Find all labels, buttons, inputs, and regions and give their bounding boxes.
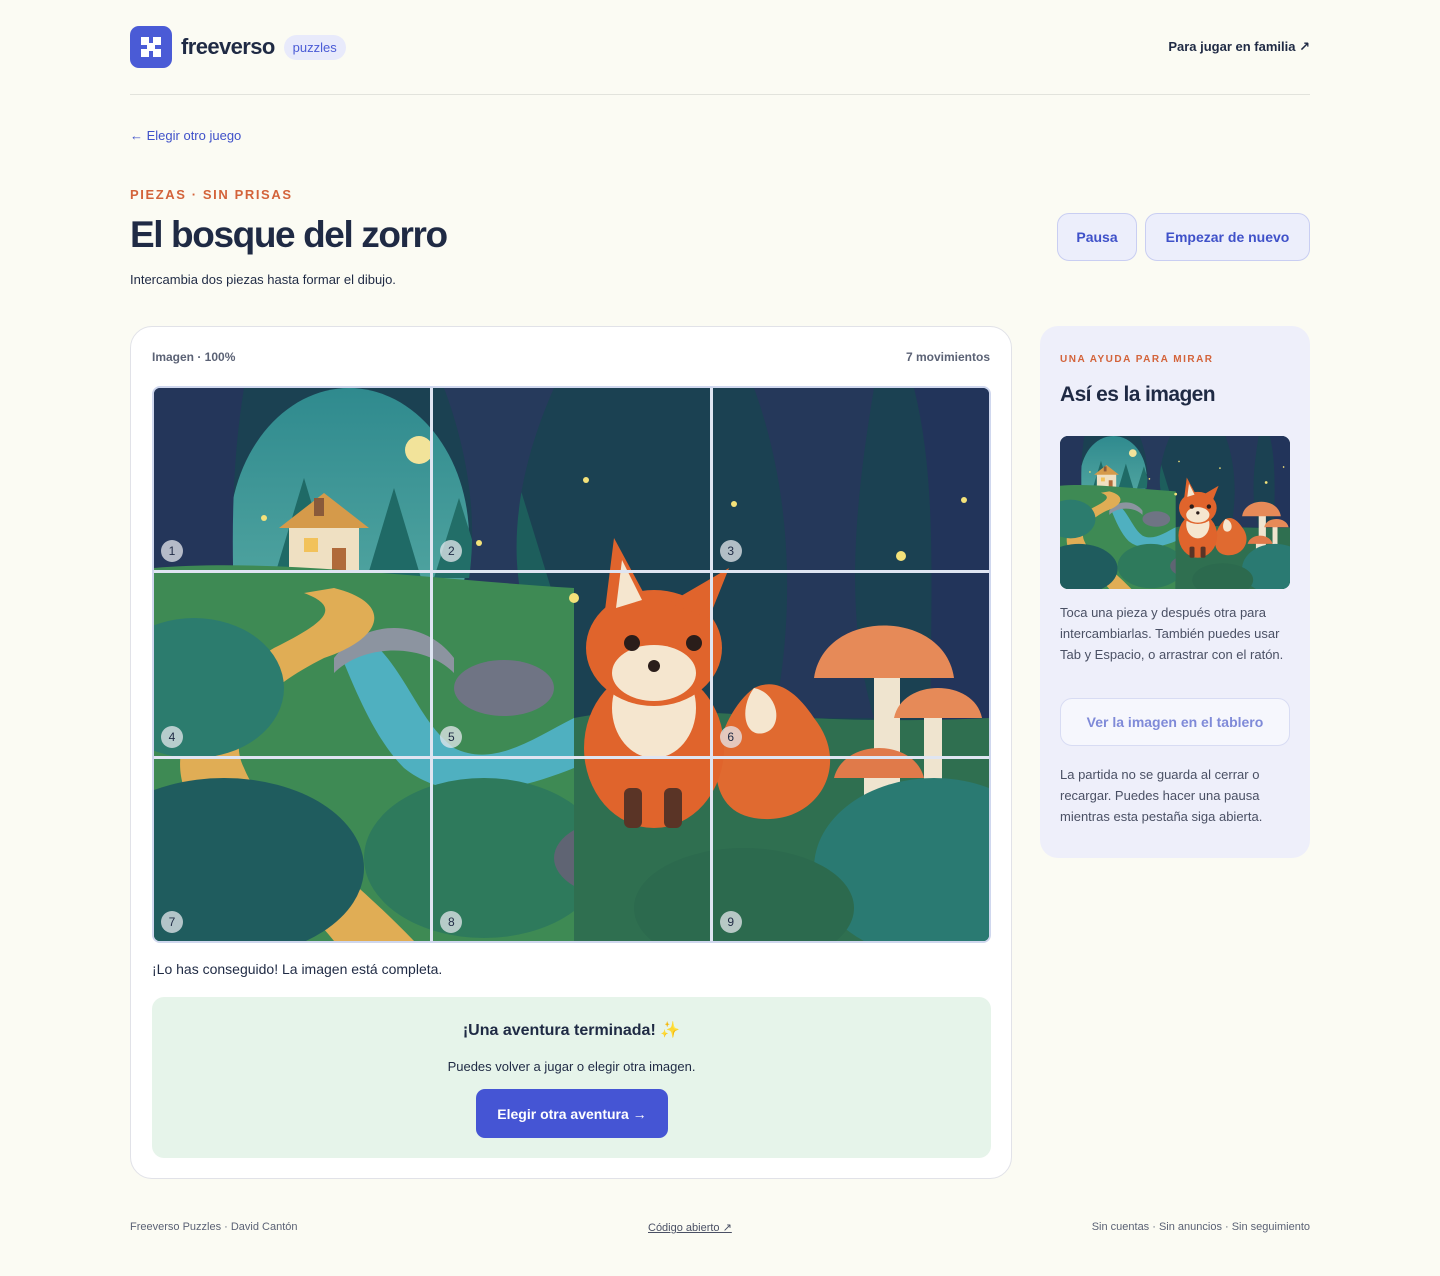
board-card: Imagen · 100% 7 movimientos 123 4 5 6 7 89 ¡L…: [130, 326, 1012, 1179]
help-panel: UNA AYUDA PARA MIRAR Así es la imagen To…: [1040, 326, 1310, 858]
preview-image: [1060, 436, 1290, 589]
completion-title: ¡Una aventura terminada! ✨: [462, 1022, 681, 1039]
puzzle-board: 123 4 5 6 7 89: [152, 386, 991, 943]
puzzle-tile[interactable]: 5: [433, 573, 709, 755]
help-text: Toca una pieza y después otra para inter…: [1060, 605, 1284, 662]
moves-counter: 7 movimientos: [905, 350, 990, 364]
tile-number: 9: [719, 910, 742, 933]
page-subtitle: Intercambia dos piezas hasta formar el d…: [130, 272, 396, 287]
puzzle-tile[interactable]: 8: [433, 759, 709, 941]
puzzle-tile[interactable]: 1: [154, 388, 430, 570]
source-code-link[interactable]: Código abierto ↗: [648, 1221, 732, 1234]
status-message: ¡Lo has conseguido! La imagen está compl…: [152, 961, 443, 977]
brand-name: freeverso: [181, 34, 275, 59]
view-image-button[interactable]: Ver la imagen en el tablero: [1060, 698, 1290, 746]
back-link[interactable]: ← Elegir otro juego: [130, 128, 241, 143]
tile-number: 6: [719, 725, 742, 748]
page-title: El bosque del zorro: [130, 214, 448, 255]
family-link[interactable]: Para jugar en familia ↗: [1168, 39, 1310, 55]
restart-button[interactable]: Empezar de nuevo: [1145, 213, 1310, 261]
logo[interactable]: freeverso puzzles: [130, 26, 346, 68]
logo-icon: [130, 26, 172, 68]
completion-text: Puedes volver a jugar o elegir otra imag…: [447, 1059, 696, 1074]
puzzle-tile[interactable]: 7: [154, 759, 430, 941]
puzzle-tile[interactable]: 3: [713, 388, 989, 570]
footer-credits: Freeverso Puzzles · David Cantón: [130, 1221, 298, 1233]
image-progress-label: Imagen · 100%: [152, 350, 236, 364]
pause-button[interactable]: Pausa: [1057, 213, 1137, 261]
page: freeverso puzzles Para jugar en familia …: [130, 0, 1310, 1234]
tile-number: 7: [161, 910, 183, 933]
tile-number: 3: [719, 540, 742, 563]
help-kicker: UNA AYUDA PARA MIRAR: [1060, 354, 1214, 365]
puzzle-tile[interactable]: 9: [713, 759, 989, 941]
site-header: freeverso puzzles Para jugar en familia …: [130, 0, 1310, 95]
completion-panel: ¡Una aventura terminada! ✨ Puedes volver…: [152, 997, 991, 1158]
puzzle-tile[interactable]: 6: [713, 573, 989, 755]
footer-policy: Sin cuentas · Sin anuncios · Sin seguimi…: [1091, 1221, 1310, 1233]
puzzle-tile[interactable]: 2: [433, 388, 709, 570]
puzzle-tile[interactable]: 4: [154, 573, 430, 755]
tile-number: 5: [440, 725, 463, 748]
section-badge: puzzles: [283, 34, 346, 60]
save-note: La partida no se guarda al cerrar o reca…: [1060, 767, 1263, 824]
choose-adventure-button[interactable]: Elegir otra aventura →: [476, 1089, 668, 1138]
help-title: Así es la imagen: [1060, 383, 1216, 406]
game-kicker: PIEZAS · SIN PRISAS: [130, 187, 293, 202]
tile-number: 4: [161, 725, 183, 748]
